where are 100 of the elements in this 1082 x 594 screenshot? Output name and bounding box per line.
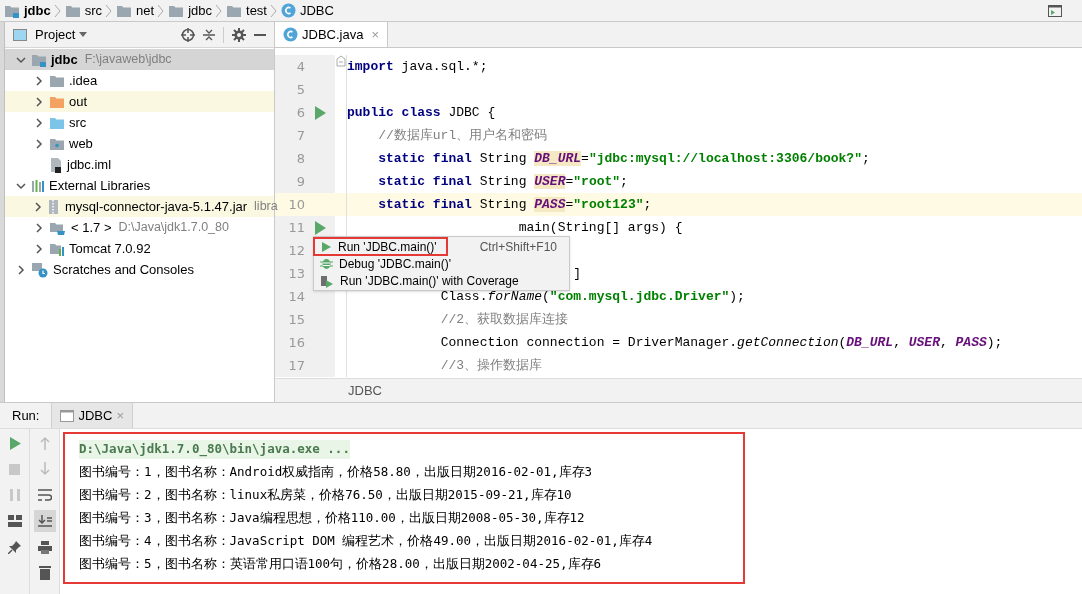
chevron-right-icon[interactable] bbox=[34, 138, 44, 149]
code-line: main(String[] args) { bbox=[518, 218, 683, 237]
chevron-down-icon[interactable] bbox=[16, 54, 26, 65]
chevron-down-icon[interactable] bbox=[16, 180, 26, 191]
run-tab[interactable]: JDBC × bbox=[51, 403, 133, 428]
breadcrumb-item[interactable]: test bbox=[226, 0, 267, 21]
editor-breadcrumb[interactable]: JDBC bbox=[348, 380, 382, 401]
project-view-selector[interactable]: Project bbox=[35, 24, 88, 45]
breadcrumb-separator-icon bbox=[270, 3, 278, 18]
line-number: 8 bbox=[295, 149, 305, 168]
console-output: 图书编号：5，图书名称：英语常用口语100句，价格28.00，出版日期2002-04-25,库存6 bbox=[79, 555, 602, 574]
caret-icon bbox=[79, 32, 88, 37]
soft-wrap-icon[interactable] bbox=[37, 489, 52, 501]
folder-icon bbox=[49, 73, 65, 88]
trash-icon[interactable] bbox=[38, 566, 51, 580]
breadcrumb-item[interactable]: JDBC bbox=[281, 0, 334, 21]
class-icon bbox=[283, 27, 298, 42]
folder-icon bbox=[49, 136, 65, 151]
run-window-icon[interactable] bbox=[1048, 4, 1062, 17]
run-icon bbox=[320, 240, 332, 253]
scratch-icon bbox=[31, 261, 49, 278]
tree-item-label: web bbox=[69, 134, 93, 153]
chevron-right-icon[interactable] bbox=[33, 201, 43, 212]
console-output: 图书编号：4，图书名称：JavaScript DOM 编程艺术，价格49.00，出版日期2016-02-01,库存4 bbox=[79, 532, 653, 551]
tree-item-label: mysql-connector-java-5.1.47.jar bbox=[65, 197, 248, 216]
run-icon[interactable] bbox=[314, 105, 326, 120]
folder-icon bbox=[49, 115, 65, 130]
tree-item[interactable]: External Libraries bbox=[5, 175, 274, 196]
menu-item[interactable]: Run 'JDBC.main()' with Coverage bbox=[314, 272, 569, 289]
code-line: //3、操作数据库 bbox=[440, 356, 543, 375]
tree-item[interactable]: Tomcat 7.0.92 bbox=[5, 238, 274, 259]
chevron-right-icon[interactable] bbox=[34, 75, 44, 86]
folder-icon bbox=[49, 94, 65, 109]
folder-icon bbox=[116, 3, 133, 18]
chevron-right-icon[interactable] bbox=[34, 222, 44, 233]
scroll-to-end-button[interactable] bbox=[33, 510, 56, 532]
tree-item[interactable]: < 1.7 > D:\Java\jdk1.7.0_80 bbox=[5, 217, 274, 238]
print-icon[interactable] bbox=[37, 540, 52, 554]
breadcrumb-item[interactable]: jdbc bbox=[168, 0, 212, 21]
breadcrumb-item[interactable]: jdbc bbox=[4, 0, 51, 21]
run-icon[interactable] bbox=[314, 220, 326, 235]
line-number: 5 bbox=[295, 80, 305, 99]
project-window-icon bbox=[13, 28, 27, 41]
tree-item[interactable]: src bbox=[5, 112, 274, 133]
folder-icon bbox=[168, 3, 185, 18]
code-line: static final String DB_URL="jdbc:mysql://localhost:3306/book?"; bbox=[378, 149, 870, 168]
libraries-icon bbox=[31, 178, 45, 193]
console-output: 图书编号：1，图书名称：Android权威指南，价格58.80，出版日期2016-02-01,库存3 bbox=[79, 463, 593, 482]
menu-item[interactable]: Debug 'JDBC.main()' bbox=[314, 255, 569, 272]
tree-item-path: D:\Java\jdk1.7.0_80 bbox=[118, 219, 229, 237]
run-label: Run: bbox=[11, 406, 41, 425]
breadcrumb-item[interactable]: src bbox=[64, 0, 103, 21]
console-icon bbox=[60, 409, 75, 422]
code-line: Class.forName("com.mysql.jdbc.Driver"); bbox=[440, 288, 745, 306]
settings-icon[interactable] bbox=[232, 27, 246, 42]
chevron-right-icon[interactable] bbox=[16, 264, 26, 275]
collapse-icon[interactable] bbox=[203, 27, 215, 42]
tree-item[interactable]: .idea bbox=[5, 70, 274, 91]
chevron-right-icon[interactable] bbox=[34, 117, 44, 128]
tree-item[interactable]: web bbox=[5, 133, 274, 154]
line-number: 11 bbox=[287, 218, 305, 237]
tree-item-label: External Libraries bbox=[49, 176, 151, 195]
tree-item[interactable]: Scratches and Consoles bbox=[5, 259, 274, 280]
line-number: 15 bbox=[287, 310, 305, 329]
minimize-icon[interactable] bbox=[254, 33, 266, 36]
menu-item[interactable]: Run 'JDBC.main()' bbox=[314, 238, 447, 255]
file-icon bbox=[49, 156, 63, 173]
tree-item[interactable]: out bbox=[5, 91, 274, 112]
tree-item-label: Scratches and Consoles bbox=[53, 260, 194, 279]
code-line: public class JDBC { bbox=[347, 103, 496, 122]
console-output: 图书编号：3，图书名称：Java编程思想，价格110.00，出版日期2008-05-30,库存12 bbox=[79, 509, 585, 528]
pin-icon[interactable] bbox=[8, 540, 21, 554]
breadcrumb-separator-icon bbox=[105, 3, 114, 18]
line-number: 7 bbox=[295, 126, 305, 145]
line-number: 16 bbox=[287, 333, 305, 352]
run-icon[interactable] bbox=[8, 436, 21, 450]
tree-item-label: < 1.7 > bbox=[71, 218, 112, 237]
line-number: 17 bbox=[287, 356, 305, 375]
chevron-right-icon[interactable] bbox=[34, 243, 44, 254]
shortcut-label: Ctrl+Shift+F10 bbox=[479, 239, 557, 256]
code-line: Connection connection = DriverManager.getConnection(DB_URL, USER, PASS); bbox=[440, 333, 1003, 352]
breadcrumb-item[interactable]: net bbox=[116, 0, 155, 21]
tree-item-label: .idea bbox=[69, 71, 98, 90]
class-icon bbox=[281, 3, 296, 18]
code-line: static final String USER="root"; bbox=[378, 172, 628, 191]
line-number: 13 bbox=[287, 264, 305, 283]
code-line: import java.sql.*; bbox=[347, 57, 488, 76]
line-number: 14 bbox=[287, 287, 305, 306]
locate-icon[interactable] bbox=[181, 27, 195, 42]
folder-icon bbox=[4, 3, 20, 18]
line-number: 6 bbox=[295, 103, 305, 122]
chevron-right-icon[interactable] bbox=[34, 96, 44, 107]
editor-tab[interactable]: JDBC.java × bbox=[275, 22, 388, 47]
tree-item-label: jdbc bbox=[51, 50, 78, 69]
console-command: D:\Java\jdk1.7.0_80\bin\java.exe ... bbox=[79, 440, 350, 459]
layout-icon[interactable] bbox=[7, 515, 22, 527]
tree-item[interactable]: jdbc.iml bbox=[5, 154, 274, 175]
scroll-to-end-icon bbox=[37, 515, 52, 527]
tree-item[interactable]: jdbc F:\javaweb\jdbc bbox=[5, 49, 274, 70]
breadcrumb-separator-icon bbox=[215, 3, 223, 18]
